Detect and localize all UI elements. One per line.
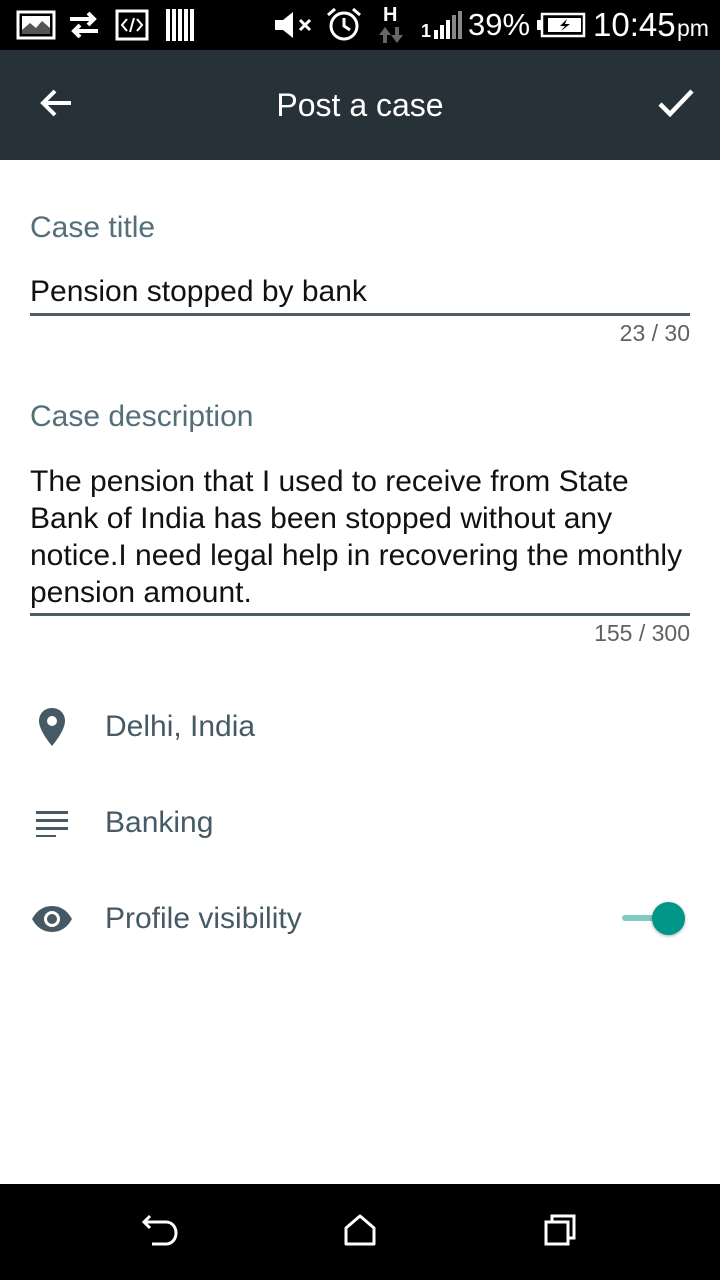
alarm-icon [324,7,364,42]
signal-label: 1 [421,21,432,41]
location-row[interactable]: Delhi, India [0,687,720,767]
category-lines-icon [30,803,74,843]
case-title-label: Case title [30,211,156,244]
toggle-thumb [652,902,685,935]
app-bar: Post a case [0,50,720,160]
battery-charging-icon [536,8,586,42]
recents-nav-icon [543,1213,577,1251]
clock-am-pm: pm [677,15,709,41]
back-nav-button[interactable] [136,1208,184,1256]
battery-percent: 39% [468,7,531,42]
case-title-counter: 23 / 30 [619,320,690,346]
case-description-counter: 155 / 300 [594,620,690,646]
mute-icon [272,8,316,42]
image-icon [14,8,58,42]
status-bar: H 1 39% 10:45 pm [0,0,720,50]
case-description-input[interactable]: The pension that I used to receive from … [30,462,690,616]
clock-time: 10:45 [593,6,676,43]
home-nav-button[interactable] [336,1208,384,1256]
signal-icon [432,8,464,42]
case-description-label: Case description [30,400,254,433]
category-row[interactable]: Banking [0,783,720,863]
profile-visibility-toggle[interactable] [620,899,690,939]
eye-icon [30,899,74,939]
location-label: Delhi, India [105,710,256,743]
location-pin-icon [30,707,74,747]
transfer-icon [64,8,104,42]
home-nav-icon [343,1213,377,1251]
category-label: Banking [105,806,214,839]
confirm-button[interactable] [648,77,704,133]
case-title-input[interactable]: Pension stopped by bank [30,274,690,316]
recents-nav-button[interactable] [536,1208,584,1256]
back-nav-icon [140,1212,180,1252]
page-title: Post a case [276,87,444,123]
data-arrows-icon [376,24,406,46]
barcode-icon [164,8,196,42]
profile-visibility-row[interactable]: Profile visibility [0,879,720,959]
navigation-bar [0,1184,720,1280]
profile-visibility-label: Profile visibility [105,902,302,935]
check-icon [657,87,695,123]
code-icon [114,8,150,42]
